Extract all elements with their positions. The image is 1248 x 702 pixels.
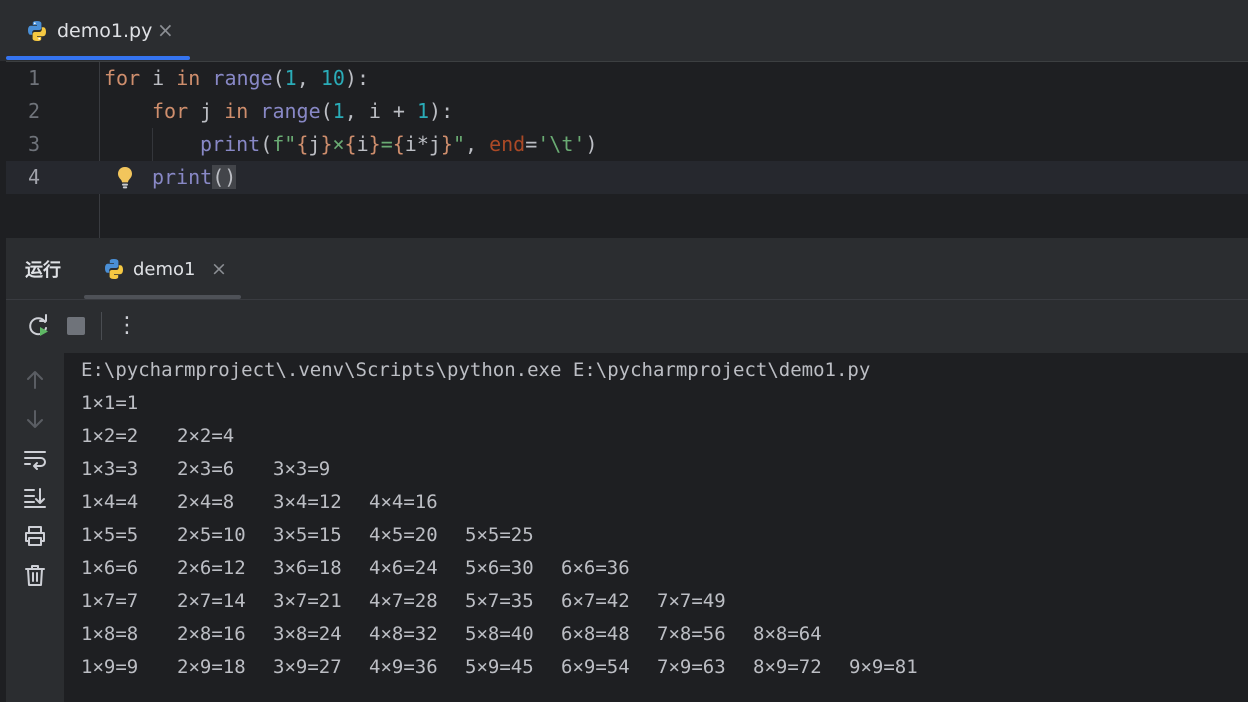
console-output-line: 1×5=5 2×5=10 3×5=15 4×5=20 5×5=25 — [81, 519, 561, 552]
product-cell: 2×9=18 — [177, 656, 246, 678]
product-cell: 4×6=24 — [369, 557, 438, 579]
run-tab-demo1[interactable]: demo1 × — [84, 238, 241, 299]
close-icon[interactable]: × — [211, 258, 227, 280]
product-cell: 3×6=18 — [273, 557, 342, 579]
product-cell: 2×5=10 — [177, 524, 246, 546]
product-cell: 2×2=4 — [177, 425, 235, 447]
console-output-line: 1×2=2 2×2=4 — [81, 420, 273, 453]
product-cell: 3×3=9 — [273, 458, 331, 480]
product-cell: 2×7=14 — [177, 590, 246, 612]
console-side-toolbar — [6, 353, 64, 702]
product-cell: 6×7=42 — [561, 590, 630, 612]
product-cell: 1×5=5 — [81, 524, 139, 546]
product-cell: 3×9=27 — [273, 656, 342, 678]
product-cell: 5×9=45 — [465, 656, 534, 678]
product-cell: 2×3=6 — [177, 458, 235, 480]
run-panel-title: 运行 — [25, 260, 61, 281]
code-text[interactable]: for i in range(1, 10): — [104, 62, 369, 95]
product-cell: 3×4=12 — [273, 491, 342, 513]
line-number: 1 — [27, 66, 40, 90]
product-cell: 2×4=8 — [177, 491, 235, 513]
close-icon[interactable]: × — [157, 19, 174, 41]
product-cell: 5×7=35 — [465, 590, 534, 612]
product-cell: 1×3=3 — [81, 458, 139, 480]
rerun-icon[interactable] — [25, 313, 51, 339]
stop-icon[interactable] — [63, 313, 89, 339]
product-cell: 7×8=56 — [657, 623, 726, 645]
product-cell: 6×9=54 — [561, 656, 630, 678]
python-file-icon — [28, 21, 46, 41]
matched-parens: () — [212, 165, 237, 189]
editor-tab-demo1[interactable]: demo1.py × — [6, 0, 190, 62]
product-cell: 1×2=2 — [81, 425, 139, 447]
run-panel-header: 运行 demo1 × — [6, 238, 1248, 299]
scroll-to-end-icon[interactable] — [23, 485, 47, 509]
arrow-up-icon[interactable] — [23, 368, 47, 392]
python-run-icon — [105, 259, 123, 279]
code-line-3[interactable]: 3 print(f"{j}×{i}={i*j}", end='\t') — [6, 128, 1248, 161]
code-editor[interactable]: 1 for i in range(1, 10): 2 for j in rang… — [6, 62, 1248, 238]
product-cell: 1×7=7 — [81, 590, 139, 612]
active-tab-indicator — [6, 56, 190, 60]
trash-icon[interactable] — [23, 563, 47, 587]
product-cell: 3×5=15 — [273, 524, 342, 546]
product-cell: 1×1=1 — [81, 392, 139, 414]
console-output-line: 1×9=9 2×9=18 3×9=27 4×9=36 5×9=45 6×9=54 7×9=6… — [81, 651, 945, 684]
code-line-1[interactable]: 1 for i in range(1, 10): — [6, 62, 1248, 95]
product-cell: 4×9=36 — [369, 656, 438, 678]
code-text[interactable]: for j in range(1, i + 1): — [152, 95, 453, 128]
console-output[interactable]: E:\pycharmproject\.venv\Scripts\python.e… — [64, 353, 1248, 702]
console-output-line: 1×4=4 2×4=8 3×4=12 4×4=16 — [81, 486, 465, 519]
product-cell: 2×6=12 — [177, 557, 246, 579]
print-icon[interactable] — [23, 524, 47, 548]
product-cell: 4×8=32 — [369, 623, 438, 645]
product-cell: 5×8=40 — [465, 623, 534, 645]
product-cell: 8×8=64 — [753, 623, 822, 645]
console-output-line: 1×7=7 2×7=14 3×7=21 4×7=28 5×7=35 6×7=42 7×7=4… — [81, 585, 753, 618]
product-cell: 3×8=24 — [273, 623, 342, 645]
product-cell: 1×6=6 — [81, 557, 139, 579]
lightbulb-icon[interactable] — [114, 165, 136, 191]
product-cell: 6×8=48 — [561, 623, 630, 645]
run-toolbar: ⋮ — [6, 299, 1248, 353]
toolbar-separator — [101, 312, 102, 340]
editor-tab-bar: demo1.py × — [0, 0, 1248, 61]
console-output-line: 1×3=3 2×3=6 3×3=9 — [81, 453, 369, 486]
product-cell: 6×6=36 — [561, 557, 630, 579]
line-number: 3 — [27, 132, 40, 156]
product-cell: 4×4=16 — [369, 491, 438, 513]
editor-tab-label: demo1.py — [57, 20, 153, 42]
product-cell: 7×7=49 — [657, 590, 726, 612]
product-cell: 5×5=25 — [465, 524, 534, 546]
product-cell: 1×4=4 — [81, 491, 139, 513]
product-cell: 1×8=8 — [81, 623, 139, 645]
run-tab-label: demo1 — [133, 259, 196, 280]
code-line-4[interactable]: 4 print() — [6, 161, 1248, 194]
code-text[interactable]: print(f"{j}×{i}={i*j}", end='\t') — [200, 128, 597, 161]
product-cell: 2×8=16 — [177, 623, 246, 645]
console-output-line: 1×1=1 — [81, 387, 177, 420]
product-cell: 7×9=63 — [657, 656, 726, 678]
console-command-line: E:\pycharmproject\.venv\Scripts\python.e… — [81, 359, 871, 381]
product-cell: 9×9=81 — [849, 656, 918, 678]
code-line-2[interactable]: 2 for j in range(1, i + 1): — [6, 95, 1248, 128]
more-options-icon[interactable]: ⋮ — [116, 313, 138, 339]
code-text[interactable]: print() — [152, 161, 237, 194]
product-cell: 5×6=30 — [465, 557, 534, 579]
line-number: 4 — [27, 165, 40, 189]
soft-wrap-icon[interactable] — [23, 447, 47, 471]
line-number: 2 — [27, 99, 40, 123]
product-cell: 4×5=20 — [369, 524, 438, 546]
console-output-line: 1×8=8 2×8=16 3×8=24 4×8=32 5×8=40 6×8=48 7×8=5… — [81, 618, 849, 651]
product-cell: 4×7=28 — [369, 590, 438, 612]
arrow-down-icon[interactable] — [23, 407, 47, 431]
product-cell: 1×9=9 — [81, 656, 139, 678]
product-cell: 8×9=72 — [753, 656, 822, 678]
product-cell: 3×7=21 — [273, 590, 342, 612]
console-output-line: 1×6=6 2×6=12 3×6=18 4×6=24 5×6=30 6×6=36 — [81, 552, 657, 585]
